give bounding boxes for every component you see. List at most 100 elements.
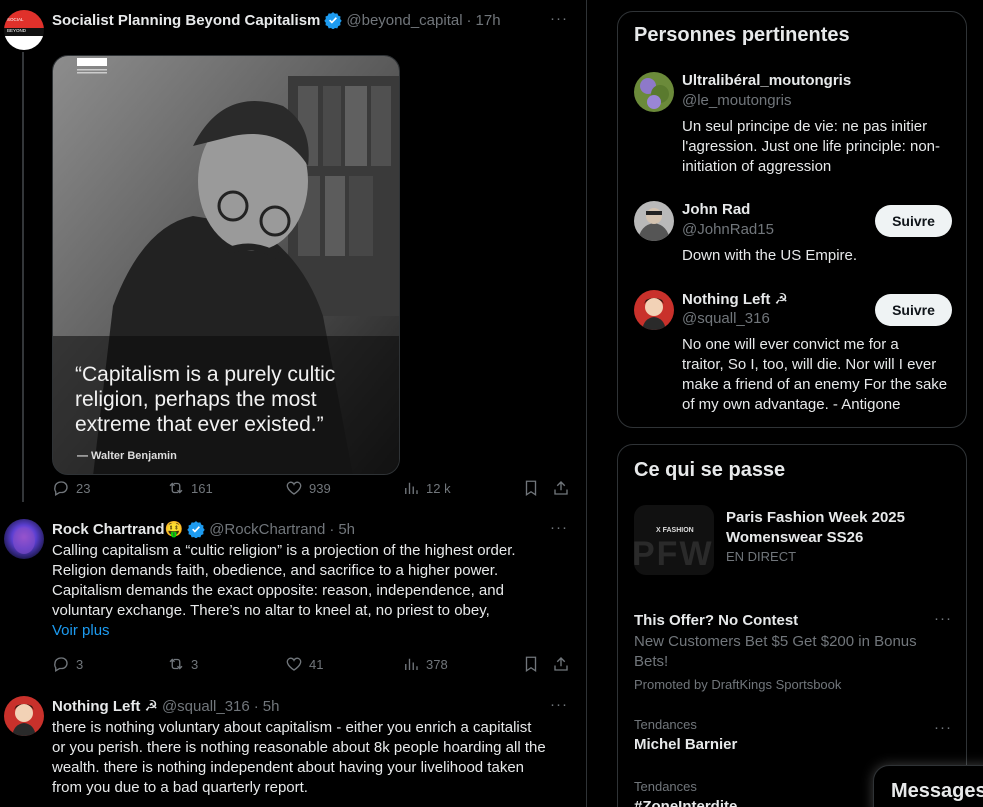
tweet-nothing-left[interactable]: Nothing Left ☭ @squall_316 · 5h ··· ther… bbox=[0, 696, 586, 807]
repost-count: 3 bbox=[191, 656, 199, 672]
tweet-media-image[interactable]: “Capitalism is a purely cultic religion,… bbox=[52, 55, 400, 475]
timestamp[interactable]: 17h bbox=[476, 12, 501, 29]
event-title: Paris Fashion Week 2025 Womenswear SS26 bbox=[726, 509, 905, 546]
tweet-beyond-capital[interactable]: SOCIAL BEYOND Socialist Planning Beyond … bbox=[0, 10, 586, 505]
reply-count: 3 bbox=[76, 656, 84, 672]
quote-text: “Capitalism is a purely cultic religion,… bbox=[75, 363, 336, 436]
event-thumb-big: PFW bbox=[634, 535, 714, 573]
event-thumbnail: X FASHION PFW bbox=[634, 505, 714, 575]
bookmark-icon bbox=[525, 480, 537, 497]
reply-button[interactable]: 3 bbox=[52, 654, 83, 674]
avatar[interactable]: SOCIAL BEYOND bbox=[4, 10, 44, 50]
relevant-people-panel: Personnes pertinentes Ultralibéral_mouto… bbox=[617, 11, 967, 428]
separator-dot: · bbox=[253, 697, 259, 715]
messages-drawer[interactable]: Messages bbox=[873, 765, 983, 807]
bookmark-button[interactable] bbox=[522, 654, 540, 674]
tweet-header: Socialist Planning Beyond Capitalism @be… bbox=[52, 10, 501, 30]
person-bio: Down with the US Empire. bbox=[682, 247, 858, 264]
views-icon bbox=[405, 658, 418, 670]
show-more-link[interactable]: Voir plus bbox=[52, 622, 110, 639]
event-item[interactable]: X FASHION PFW Paris Fashion Week 2025 Wo… bbox=[618, 505, 966, 577]
like-button[interactable]: 939 bbox=[285, 478, 331, 498]
avatar[interactable] bbox=[634, 72, 674, 112]
reply-icon bbox=[54, 657, 68, 672]
timestamp[interactable]: 5h bbox=[338, 521, 355, 538]
person-handle[interactable]: @le_moutongris bbox=[682, 92, 791, 109]
publisher-logo bbox=[77, 58, 107, 74]
avatar[interactable] bbox=[634, 290, 674, 330]
trend-item[interactable]: Tendances ··· Michel Barnier bbox=[618, 715, 966, 765]
views-icon bbox=[405, 482, 418, 494]
repost-count: 161 bbox=[191, 480, 213, 496]
more-icon[interactable]: ··· bbox=[934, 719, 952, 736]
person-name[interactable]: Ultralibéral_moutongris bbox=[682, 72, 851, 89]
person-bio: No one will ever convict me for a traito… bbox=[682, 336, 948, 413]
person-name[interactable]: John Rad bbox=[682, 201, 750, 218]
avatar[interactable] bbox=[4, 696, 44, 736]
promo-title: This Offer? No Contest bbox=[634, 612, 799, 629]
reply-icon bbox=[54, 481, 68, 496]
event-thumb-label: X FASHION bbox=[656, 527, 694, 534]
repost-button[interactable]: 3 bbox=[167, 654, 198, 674]
promoted-item[interactable]: This Offer? No Contest ··· New Customers… bbox=[618, 610, 966, 700]
person-card[interactable]: John Rad @JohnRad15 Down with the US Emp… bbox=[618, 201, 966, 271]
share-icon bbox=[554, 657, 568, 671]
like-icon bbox=[286, 657, 302, 671]
tweet-rock-chartrand[interactable]: Rock Chartrand🤑 @RockChartrand · 5h ··· … bbox=[0, 519, 586, 684]
share-button[interactable] bbox=[552, 654, 570, 674]
author-handle[interactable]: @RockChartrand bbox=[209, 521, 325, 538]
like-button[interactable]: 41 bbox=[285, 654, 323, 674]
follow-button[interactable]: Suivre bbox=[875, 205, 952, 237]
trend-category: Tendances bbox=[634, 779, 697, 794]
trend-title: Michel Barnier bbox=[634, 736, 738, 753]
share-button[interactable] bbox=[552, 478, 570, 498]
more-icon[interactable]: ··· bbox=[550, 519, 568, 536]
svg-text:SOCIAL: SOCIAL bbox=[7, 17, 24, 22]
separator-dot: · bbox=[466, 11, 472, 29]
views-button[interactable]: 12 k bbox=[402, 478, 451, 498]
more-icon[interactable]: ··· bbox=[934, 610, 952, 627]
person-card[interactable]: Nothing Left ☭ @squall_316 No one will e… bbox=[618, 290, 966, 420]
person-handle[interactable]: @JohnRad15 bbox=[682, 221, 774, 238]
person-card[interactable]: Ultralibéral_moutongris @le_moutongris U… bbox=[618, 72, 966, 182]
timestamp[interactable]: 5h bbox=[263, 698, 280, 715]
author-name[interactable]: Nothing Left ☭ bbox=[52, 697, 158, 715]
avatar[interactable] bbox=[4, 519, 44, 559]
avatar[interactable] bbox=[634, 201, 674, 241]
more-icon[interactable]: ··· bbox=[550, 696, 568, 713]
like-count: 41 bbox=[309, 656, 324, 672]
repost-icon bbox=[169, 658, 183, 670]
tweet-actions: 23 161 939 12 k bbox=[52, 478, 572, 498]
like-count: 939 bbox=[309, 480, 331, 496]
promo-body: New Customers Bet $5 Get $200 in Bonus B… bbox=[634, 633, 917, 670]
author-handle[interactable]: @squall_316 bbox=[162, 698, 250, 715]
trend-category: Tendances bbox=[634, 717, 697, 732]
bookmark-icon bbox=[525, 656, 537, 673]
repost-icon bbox=[169, 482, 183, 494]
bookmark-button[interactable] bbox=[522, 478, 540, 498]
tweet-text: there is nothing voluntary about capital… bbox=[52, 719, 546, 796]
more-icon[interactable]: ··· bbox=[550, 10, 568, 27]
panel-title: Ce qui se passe bbox=[634, 459, 786, 481]
person-name[interactable]: Nothing Left ☭ bbox=[682, 290, 788, 308]
person-bio: Un seul principe de vie: ne pas initier … bbox=[682, 118, 941, 175]
verified-icon bbox=[187, 521, 205, 538]
quote-author: — Walter Benjamin bbox=[77, 450, 177, 462]
author-name[interactable]: Socialist Planning Beyond Capitalism bbox=[52, 12, 320, 29]
person-handle[interactable]: @squall_316 bbox=[682, 310, 770, 327]
messages-label: Messages bbox=[891, 780, 983, 802]
event-status: EN DIRECT bbox=[726, 549, 797, 564]
author-handle[interactable]: @beyond_capital bbox=[346, 12, 462, 29]
whats-happening-panel: Ce qui se passe X FASHION PFW Paris Fash… bbox=[617, 444, 967, 807]
reply-button[interactable]: 23 bbox=[52, 478, 90, 498]
tweet-actions: 3 3 41 378 bbox=[52, 654, 572, 674]
separator-dot: · bbox=[329, 520, 335, 538]
timeline: SOCIAL BEYOND Socialist Planning Beyond … bbox=[0, 0, 587, 807]
share-icon bbox=[554, 481, 568, 495]
promo-attribution: Promoted by DraftKings Sportsbook bbox=[634, 677, 842, 692]
repost-button[interactable]: 161 bbox=[167, 478, 213, 498]
tweet-header: Nothing Left ☭ @squall_316 · 5h bbox=[52, 696, 279, 716]
author-name[interactable]: Rock Chartrand🤑 bbox=[52, 520, 183, 538]
views-button[interactable]: 378 bbox=[402, 654, 448, 674]
follow-button[interactable]: Suivre bbox=[875, 294, 952, 326]
